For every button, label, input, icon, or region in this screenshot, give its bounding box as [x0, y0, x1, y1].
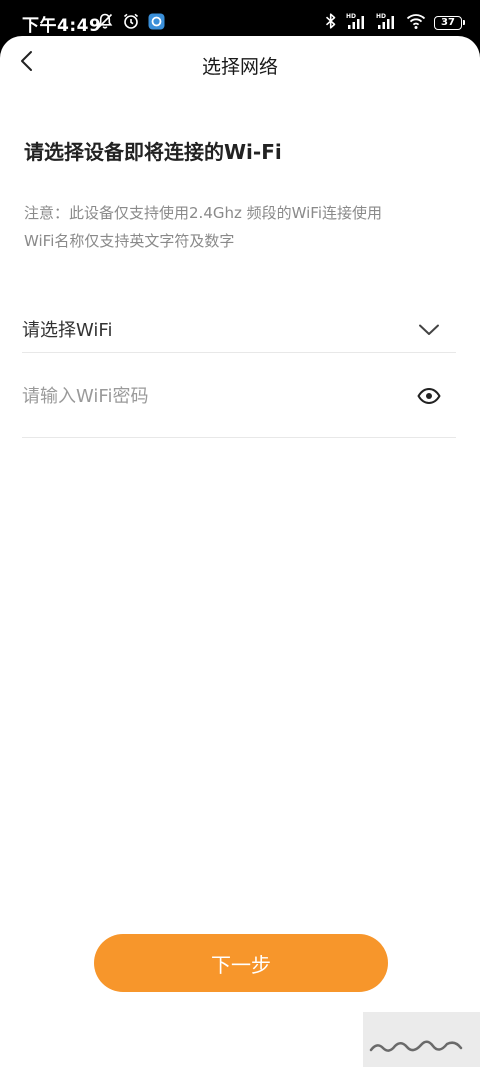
alarm-icon	[122, 12, 140, 34]
notice-line: WiFi名称仅支持英文字符及数字	[24, 232, 235, 250]
battery-icon: 37	[434, 16, 465, 30]
password-field	[22, 366, 456, 438]
bell-off-icon	[96, 12, 114, 34]
app-notification-icon	[148, 13, 165, 34]
wifi-select[interactable]: 请选择WiFi	[22, 302, 456, 353]
wifi-select-label: 请选择WiFi	[22, 320, 113, 341]
bluetooth-icon	[324, 12, 338, 34]
notice-text: 注意：此设备仅支持使用2.4Ghz 频段的WiFi连接使用 WiFi名称仅支持英…	[24, 199, 464, 255]
nav-bar: 选择网络	[0, 36, 480, 90]
signal-hd-icon: HD	[376, 12, 398, 34]
section-heading: 请选择设备即将连接的Wi-Fi	[24, 140, 282, 164]
password-input[interactable]	[22, 382, 392, 410]
wifi-icon	[406, 12, 426, 34]
eye-icon[interactable]	[416, 383, 442, 409]
watermark	[363, 1012, 480, 1067]
watermark-scribble-icon	[369, 1040, 463, 1052]
svg-text:HD: HD	[346, 13, 356, 20]
signal-hd-icon: HD	[346, 12, 368, 34]
status-right-icons: HD HD 37	[324, 12, 465, 34]
status-left-icons	[96, 12, 165, 34]
chevron-down-icon[interactable]	[416, 317, 442, 343]
notice-line: 注意：此设备仅支持使用2.4Ghz 频段的WiFi连接使用	[24, 204, 383, 222]
next-step-button[interactable]: 下一步	[94, 934, 388, 992]
page-title: 选择网络	[201, 56, 278, 78]
status-time: 下午4:49	[22, 16, 102, 36]
svg-text:HD: HD	[376, 13, 386, 20]
wifi-setup-screen: 选择网络 请选择设备即将连接的Wi-Fi 注意：此设备仅支持使用2.4Ghz 频…	[0, 36, 480, 1067]
